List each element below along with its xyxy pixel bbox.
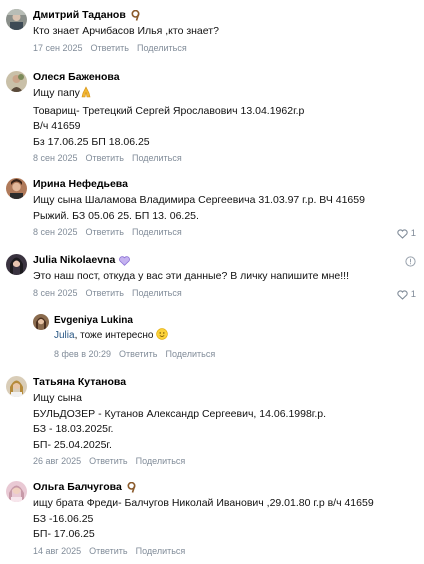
like-count: 1 <box>410 289 416 300</box>
avatar[interactable] <box>6 376 27 397</box>
share-button[interactable]: Поделиться <box>132 287 182 300</box>
author-name[interactable]: Ольга Балчугова <box>33 481 122 494</box>
share-button[interactable]: Поделиться <box>166 348 216 361</box>
author-name[interactable]: Evgeniya Lukina <box>54 314 133 327</box>
comment-text-body: Товарищ- Третецкий Сергей Ярославович 13… <box>33 104 305 148</box>
avatar[interactable] <box>6 9 27 30</box>
comment-date: 26 авг 2025 <box>33 456 82 466</box>
reply-button[interactable]: Ответить <box>119 348 157 361</box>
share-button[interactable]: Поделиться <box>132 226 182 239</box>
comment-text: Julia, тоже интересно <box>54 328 416 346</box>
author-name[interactable]: Дмитрий Таданов <box>33 9 126 22</box>
like-button[interactable]: 1 <box>397 228 416 239</box>
author-name[interactable]: Татьяна Кутанова <box>33 376 126 389</box>
author-name[interactable]: Julia Nikolaevna <box>33 254 115 267</box>
comment-text: ищу брата Фреди- Балчугов Николай Иванов… <box>33 497 374 540</box>
author-name[interactable]: Олеся Баженова <box>33 71 120 84</box>
like-button[interactable]: 1 <box>397 289 416 300</box>
comment-text-body: , тоже интересно <box>74 330 154 341</box>
comment-text: Это наш пост, откуда у вас эти данные? В… <box>33 270 349 282</box>
heart-icon <box>397 228 408 239</box>
reply-button[interactable]: Ответить <box>89 455 127 468</box>
nine-badge-icon <box>130 10 141 21</box>
comment-text-intro: Ищу папу <box>33 87 80 99</box>
purple-heart-icon <box>119 255 131 266</box>
comment-text: Ищу папу Товарищ- Третецкий Сергей Яросла… <box>33 86 416 150</box>
comment-date: 17 сен 2025 <box>33 42 83 53</box>
comment-date: 8 сен 2025 <box>33 287 78 298</box>
reply-button[interactable]: Ответить <box>86 152 124 165</box>
smile-icon <box>156 328 168 346</box>
share-button[interactable]: Поделиться <box>132 152 182 165</box>
avatar[interactable] <box>33 314 49 330</box>
like-count: 1 <box>410 228 416 239</box>
reply-button[interactable]: Ответить <box>91 42 129 55</box>
avatar[interactable] <box>6 481 27 502</box>
comment-date: 8 фев в 20:29 <box>54 348 112 359</box>
comment-text: Ищу сына Шаламова Владимира Сергеевича 3… <box>33 194 365 222</box>
comment-text: Ищу сына БУЛЬДОЗЕР - Кутанов Александр С… <box>33 392 327 451</box>
reply-button[interactable]: Ответить <box>86 226 124 239</box>
comment-date: 8 сен 2025 <box>33 153 78 163</box>
nine-badge-icon <box>126 482 137 493</box>
more-options-icon[interactable] <box>405 256 416 270</box>
avatar[interactable] <box>6 71 27 92</box>
comments-feed: Дмитрий Таданов Кто знает Арчибасов Илья… <box>0 0 424 564</box>
reply-button[interactable]: Ответить <box>89 545 127 558</box>
heart-icon <box>397 289 408 300</box>
mention-link[interactable]: Julia <box>54 330 75 341</box>
share-button[interactable]: Поделиться <box>136 545 186 558</box>
share-button[interactable]: Поделиться <box>136 455 186 468</box>
avatar[interactable] <box>6 178 27 199</box>
comment-date: 8 сен 2025 <box>33 227 78 237</box>
comment-text: Кто знает Арчибасов Илья ,кто знает? <box>33 25 219 37</box>
reply-button[interactable]: Ответить <box>86 287 124 300</box>
avatar[interactable] <box>6 254 27 275</box>
share-button[interactable]: Поделиться <box>137 42 187 55</box>
comment-date: 14 авг 2025 <box>33 545 82 556</box>
author-name[interactable]: Ирина Нефедьева <box>33 178 128 191</box>
praying-hands-icon <box>80 86 92 104</box>
